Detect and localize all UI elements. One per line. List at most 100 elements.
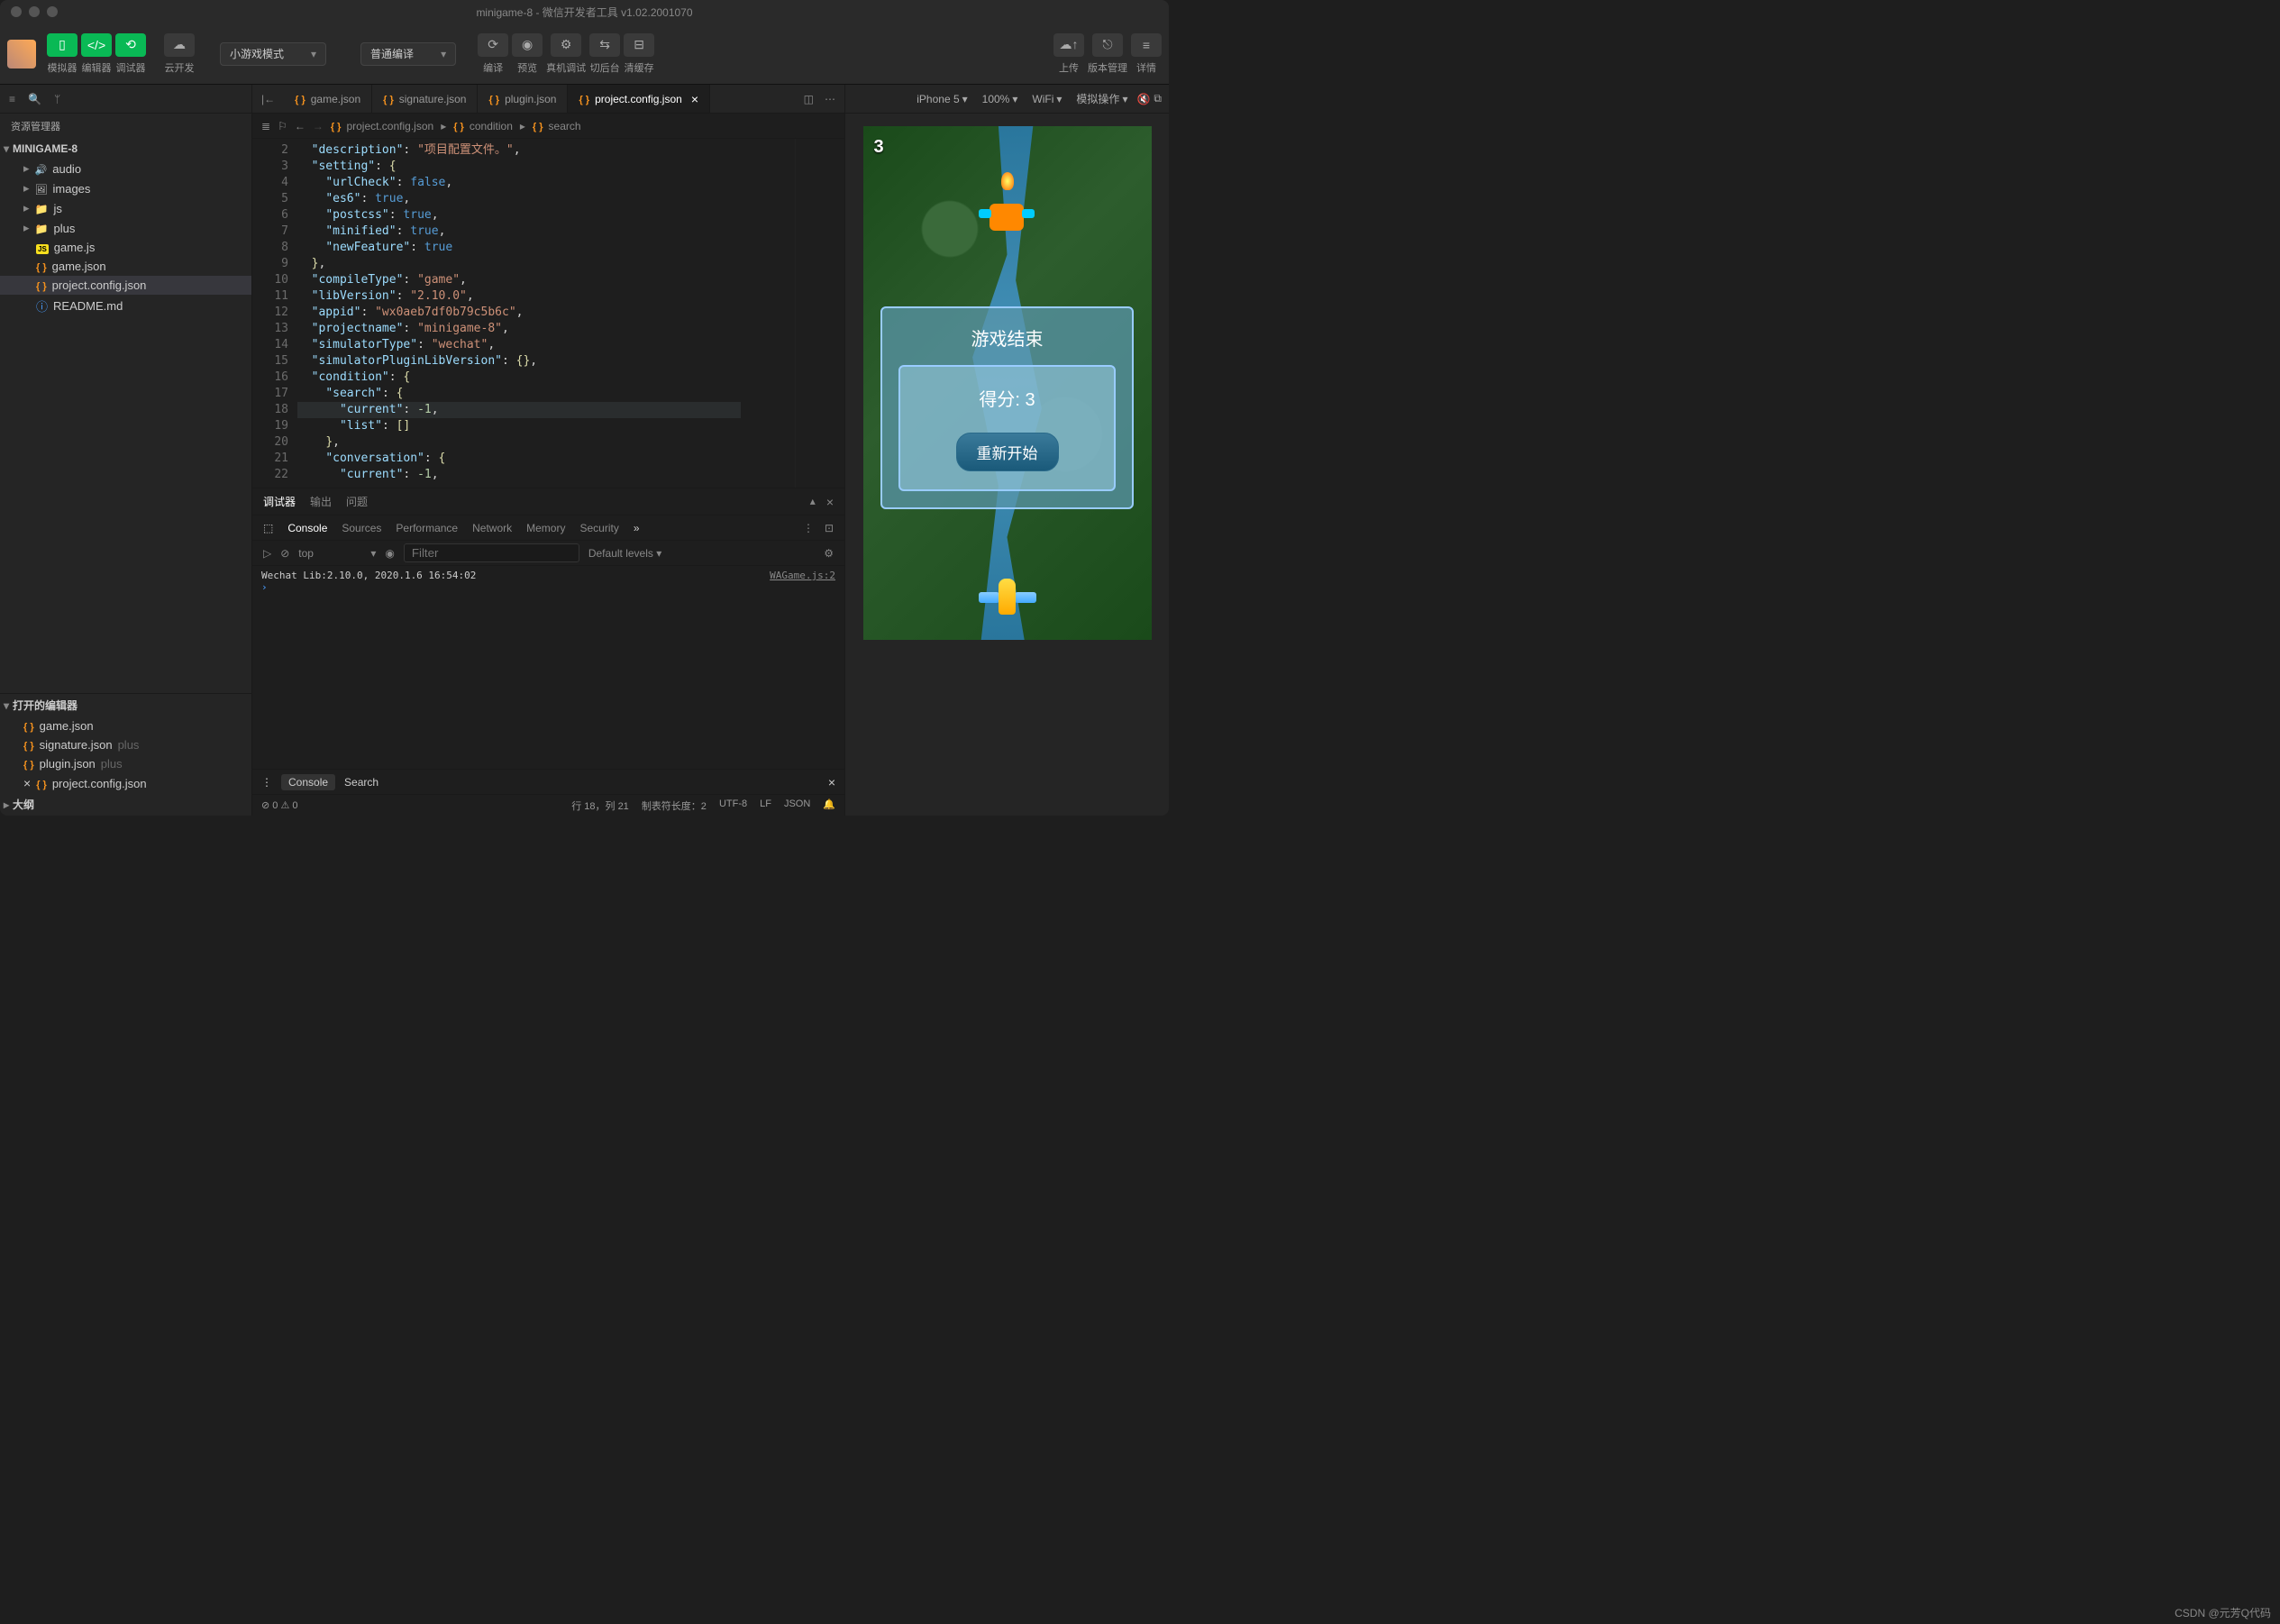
simulator-button[interactable]: ▯	[47, 33, 78, 57]
clear-console-icon[interactable]: ⊘	[280, 547, 289, 560]
debugger-button[interactable]: ⟲	[115, 33, 146, 57]
outline-section[interactable]: ▸大纲	[0, 793, 251, 816]
mode-dropdown[interactable]: 小游戏模式	[220, 42, 326, 66]
open-editor-item[interactable]: game.json	[0, 716, 251, 735]
status-problems[interactable]: ⊘ 0 ⚠ 0	[261, 799, 297, 811]
open-editor-item[interactable]: signature.jsonplus	[0, 735, 251, 754]
status-cursor[interactable]: 行 18，列 21	[571, 798, 629, 813]
devtab-performance[interactable]: Performance	[396, 522, 458, 534]
drawer-search-tab[interactable]: Search	[344, 776, 378, 789]
debug-tab-debugger[interactable]: 调试器	[263, 494, 296, 509]
devtab-memory[interactable]: Memory	[526, 522, 565, 534]
levels-dropdown[interactable]: Default levels ▾	[588, 547, 661, 560]
list-icon[interactable]: ≣	[261, 120, 270, 132]
remote-debug-button[interactable]: ⚙	[551, 33, 581, 57]
preview-button[interactable]: ◉	[512, 33, 543, 57]
status-tabsize[interactable]: 制表符长度：2	[642, 798, 707, 813]
upload-button[interactable]: ☁↑	[1053, 33, 1084, 57]
forward-icon[interactable]: →	[313, 120, 324, 132]
popout-icon[interactable]: ⧉	[1154, 92, 1162, 105]
project-root[interactable]: ▾MINIGAME-8	[0, 139, 251, 159]
titlebar: minigame-8 - 微信开发者工具 v1.02.2001070	[0, 0, 1169, 23]
breadcrumb[interactable]: ≣ ⚐ ← → project.config.json ▸ condition …	[252, 114, 844, 139]
tree-file[interactable]: game.js	[0, 238, 251, 257]
devtools-dock-icon[interactable]: ⊡	[825, 522, 834, 534]
console-filter-input[interactable]	[404, 543, 579, 562]
drawer-close-icon[interactable]: ×	[828, 775, 835, 789]
drawer-menu-icon[interactable]: ⋮	[261, 776, 272, 789]
clear-cache-button[interactable]: ⊟	[624, 33, 654, 57]
editor-button[interactable]: </>	[81, 33, 112, 57]
devtab-security[interactable]: Security	[579, 522, 618, 534]
debug-tab-problems[interactable]: 问题	[346, 494, 368, 509]
network-dropdown[interactable]: WiFi ▾	[1026, 93, 1067, 105]
editor-tab[interactable]: signature.json	[372, 85, 478, 113]
editor-tab[interactable]: plugin.json	[478, 85, 568, 113]
play-icon[interactable]: ▷	[263, 547, 271, 560]
window-title: minigame-8 - 微信开发者工具 v1.02.2001070	[0, 5, 1169, 20]
split-editor-icon[interactable]: ◫	[804, 93, 814, 105]
tree-file[interactable]: game.json	[0, 257, 251, 276]
search-icon[interactable]: 🔍	[28, 93, 41, 105]
tree-folder[interactable]: ▸audio	[0, 159, 251, 178]
restart-button[interactable]: 重新开始	[956, 433, 1059, 471]
cloud-button[interactable]: ☁	[164, 33, 195, 57]
context-dropdown[interactable]: top ▾	[298, 547, 376, 560]
minimap[interactable]	[795, 139, 844, 488]
mute-icon[interactable]: 🔇	[1136, 93, 1150, 105]
tree-file[interactable]: README.md	[0, 295, 251, 317]
devtab-more[interactable]: »	[634, 522, 640, 534]
devtab-network[interactable]: Network	[472, 522, 512, 534]
back-icon[interactable]: ←	[295, 120, 306, 132]
editor-tab[interactable]: project.config.json×	[568, 85, 710, 113]
watermark: CSDN @元芳Q代码	[2175, 1605, 2271, 1620]
tree-folder[interactable]: ▸js	[0, 198, 251, 218]
editor-tab[interactable]: game.json	[284, 85, 372, 113]
console-log-line: Wechat Lib:2.10.0, 2020.1.6 16:54:02	[261, 570, 476, 581]
code-editor[interactable]: 2345678910111213141516171819202122 "desc…	[252, 139, 844, 488]
dialog-score: 得分: 3	[918, 385, 1097, 411]
status-bar: ⊘ 0 ⚠ 0 行 18，列 21 制表符长度：2 UTF-8 LF JSON …	[252, 794, 844, 816]
background-button[interactable]: ⇆	[589, 33, 620, 57]
game-score: 3	[874, 137, 884, 158]
tree-file[interactable]: project.config.json	[0, 276, 251, 295]
explorer-title: 资源管理器	[0, 114, 251, 139]
console-source-link[interactable]: WAGame.js:2	[770, 570, 835, 581]
main-toolbar: ▯模拟器 </>编辑器 ⟲调试器 ☁云开发 小游戏模式 普通编译 ⟳编译 ◉预览…	[0, 23, 1169, 85]
open-editor-item[interactable]: ×project.config.json	[0, 773, 251, 793]
console-settings-icon[interactable]: ⚙	[824, 547, 834, 560]
open-editors-section[interactable]: ▾打开的编辑器	[0, 694, 251, 716]
version-button[interactable]: ⎋	[1092, 33, 1123, 57]
status-lang[interactable]: JSON	[784, 798, 810, 813]
tree-folder[interactable]: ▸images	[0, 178, 251, 198]
more-icon[interactable]: ⋯	[825, 93, 835, 105]
console-prompt[interactable]: ›	[261, 581, 835, 593]
detail-button[interactable]: ≡	[1131, 33, 1162, 57]
compile-button[interactable]: ⟳	[478, 33, 508, 57]
status-encoding[interactable]: UTF-8	[719, 798, 747, 813]
inspect-icon[interactable]: ⬚	[263, 522, 273, 534]
eye-icon[interactable]: ◉	[385, 547, 394, 560]
compile-mode-dropdown[interactable]: 普通编译	[360, 42, 456, 66]
status-eol[interactable]: LF	[760, 798, 771, 813]
devtools-menu-icon[interactable]: ⋮	[803, 522, 814, 534]
collapse-icon[interactable]: ▴	[810, 495, 816, 509]
drawer-console-tab[interactable]: Console	[281, 774, 335, 790]
zoom-dropdown[interactable]: 100% ▾	[977, 93, 1024, 105]
outline-icon[interactable]: ≡	[9, 93, 15, 105]
tab-history-icon[interactable]: |←	[252, 85, 284, 113]
devtab-sources[interactable]: Sources	[342, 522, 381, 534]
device-dropdown[interactable]: iPhone 5 ▾	[911, 93, 972, 105]
devtab-console[interactable]: Console	[287, 522, 327, 534]
tree-folder[interactable]: ▸plus	[0, 218, 251, 238]
branch-icon[interactable]: ᛘ	[54, 93, 60, 105]
close-icon[interactable]: ×	[826, 495, 834, 509]
status-bell-icon[interactable]: 🔔	[823, 798, 835, 813]
game-bullet	[1001, 172, 1014, 190]
debug-tab-output[interactable]: 输出	[310, 494, 332, 509]
bookmark-icon[interactable]: ⚐	[278, 120, 287, 132]
game-canvas[interactable]: 3 游戏结束 得分: 3 重新开始	[863, 126, 1152, 640]
open-editor-item[interactable]: plugin.jsonplus	[0, 754, 251, 773]
sim-action-dropdown[interactable]: 模拟操作 ▾	[1071, 91, 1133, 106]
user-avatar[interactable]	[7, 40, 36, 68]
